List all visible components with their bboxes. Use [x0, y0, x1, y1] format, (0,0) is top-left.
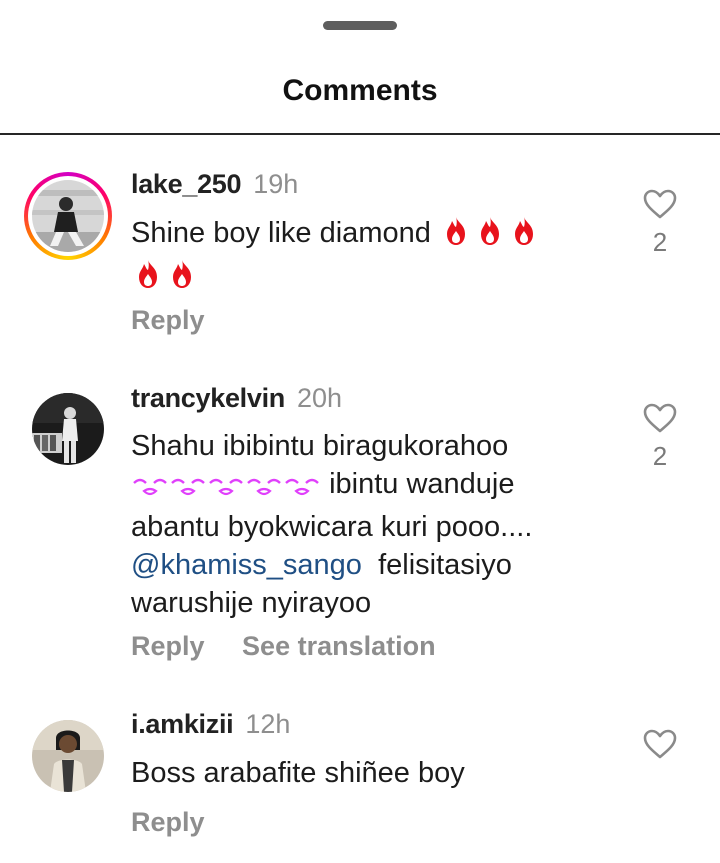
fire-emoji-icon	[131, 258, 165, 300]
comment-body-line: warushije nyirayoo	[131, 587, 372, 619]
comment-body-line: ibintu wanduje	[329, 468, 515, 500]
reply-button[interactable]: Reply	[131, 807, 205, 838]
avatar[interactable]	[32, 720, 104, 792]
mention-link[interactable]: @khamiss_sango	[131, 549, 362, 581]
kissing-face-icon	[245, 470, 283, 508]
avatar[interactable]	[32, 393, 104, 465]
fire-emoji-icon	[439, 215, 473, 257]
kissing-face-icon	[131, 470, 169, 508]
comment-meta: trancykelvin 20h	[131, 382, 342, 414]
comment-text: Shine boy like diamond	[131, 214, 591, 300]
like-count: 2	[652, 227, 668, 257]
kissing-face-icon	[169, 470, 207, 508]
comment-body: Boss arabafite shiñee boy	[131, 757, 465, 789]
reply-button[interactable]: Reply	[131, 631, 205, 662]
sheet-title: Comments	[282, 74, 438, 107]
username[interactable]: lake_250	[131, 169, 242, 199]
comment-body-line: abantu byokwicara kuri pooo....	[131, 511, 533, 543]
fire-emoji-icon	[473, 215, 507, 257]
fire-emoji-icon	[165, 258, 199, 300]
see-translation-button[interactable]: See translation	[242, 631, 436, 662]
comment-meta: lake_250 19h	[131, 168, 298, 200]
heart-icon[interactable]	[640, 403, 680, 433]
comment-text: Boss arabafite shiñee boy	[131, 754, 591, 792]
like-control: 2	[640, 403, 680, 472]
comments-sheet: Comments lake_250 19h Shine boy like dia…	[0, 0, 720, 863]
timestamp: 19h	[253, 169, 299, 199]
comment-actions: Reply	[131, 305, 235, 336]
timestamp: 12h	[245, 709, 291, 739]
comment-body-line: Shahu ibibintu biragukorahoo	[131, 430, 509, 462]
like-control	[640, 729, 680, 759]
heart-icon[interactable]	[640, 729, 680, 759]
username[interactable]: i.amkizii	[131, 709, 234, 739]
avatar-story-ring[interactable]	[24, 172, 112, 260]
comment-actions: Reply	[131, 807, 235, 838]
fire-emoji-icon	[507, 215, 541, 257]
comment-body: Shine boy like diamond	[131, 217, 431, 249]
header-divider	[0, 133, 720, 135]
comment-text: Shahu ibibintu biragukorahoo ibintu wand…	[131, 427, 601, 622]
avatar	[32, 180, 104, 252]
like-control: 2	[640, 189, 680, 258]
emoji-group	[131, 468, 329, 500]
like-count: 2	[652, 441, 668, 471]
heart-icon[interactable]	[640, 189, 680, 219]
username[interactable]: trancykelvin	[131, 383, 285, 413]
timestamp: 20h	[296, 383, 343, 413]
kissing-face-icon	[207, 470, 245, 508]
kissing-face-icon	[283, 470, 321, 508]
comment-body-line: felisitasiyo	[361, 549, 512, 581]
comment-meta: i.amkizii 12h	[131, 708, 290, 740]
comment-actions: Reply See translation	[131, 631, 466, 662]
reply-button[interactable]: Reply	[131, 305, 205, 336]
drag-handle[interactable]	[323, 21, 397, 30]
